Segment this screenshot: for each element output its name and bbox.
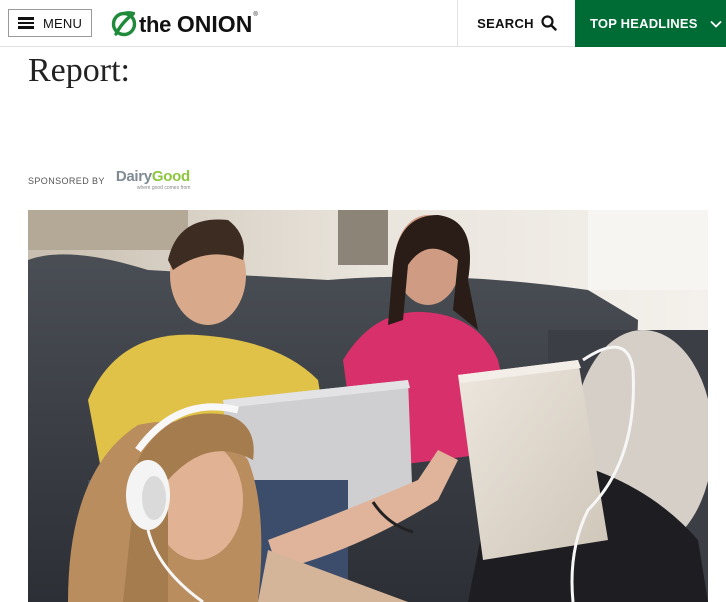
registered-mark: ® xyxy=(253,12,258,18)
onion-leaf-icon xyxy=(111,11,137,37)
sponsor-block: SPONSORED BY DairyGood where good comes … xyxy=(28,166,190,194)
hamburger-icon xyxy=(18,17,34,29)
site-logo[interactable]: the ONION ® xyxy=(111,9,258,39)
top-headlines-dropdown[interactable]: TOP HEADLINES xyxy=(575,0,726,47)
search-label: SEARCH xyxy=(477,15,534,31)
sponsor-tagline: where good comes from xyxy=(136,185,191,191)
sponsored-by-label: SPONSORED BY xyxy=(28,175,105,186)
menu-button[interactable]: MENU xyxy=(8,9,92,37)
logo-wordmark: the ONION xyxy=(139,10,253,37)
top-headlines-label: TOP HEADLINES xyxy=(590,16,698,31)
search-icon xyxy=(541,15,557,31)
dairygood-logo[interactable]: DairyGood where good comes from xyxy=(116,169,191,191)
search-button[interactable]: SEARCH xyxy=(457,0,576,46)
menu-label: MENU xyxy=(43,15,83,31)
article-title: Report: xyxy=(28,52,130,89)
chevron-down-icon xyxy=(709,20,722,28)
site-header: MENU the ONION ® SEARCH TOP HEADLINES xyxy=(0,0,726,47)
hero-image xyxy=(28,210,708,602)
